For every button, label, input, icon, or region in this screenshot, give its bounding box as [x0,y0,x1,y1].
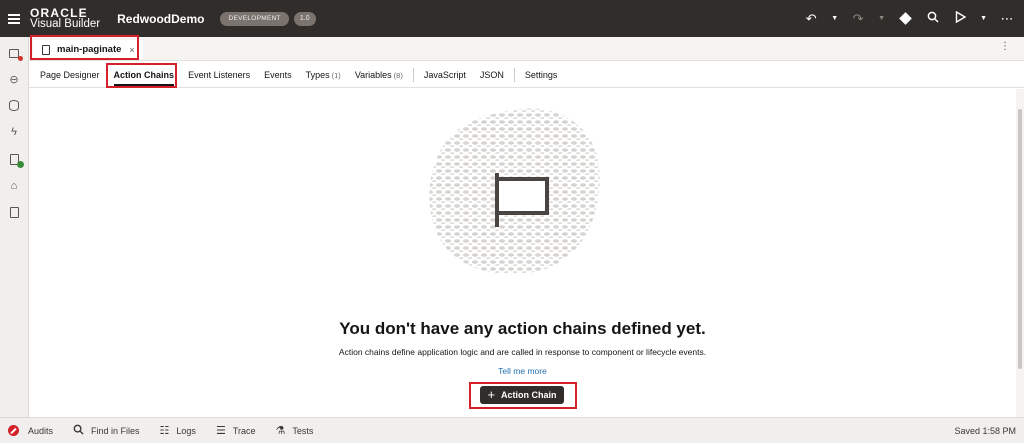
editor-tabs: Page Designer Action Chains Event Listen… [29,62,1024,88]
source-icon[interactable] [7,205,21,219]
activity-bar: ⊖ ϟ ⌂ [0,37,29,417]
web-apps-icon[interactable] [7,46,23,61]
undo-icon[interactable]: ↶ [804,0,818,37]
status-bar: Audits Find in Files ☷ Logs ☰ Trace ⚗ Te… [0,417,1024,443]
error-icon [8,425,19,436]
tab-variables[interactable]: Variables (8) [348,62,410,88]
highlight-box-file-tab [30,35,139,60]
tell-me-more-link[interactable]: Tell me more [29,366,1016,376]
file-tab-more-icon[interactable]: ⋮ [1000,41,1011,52]
version-badge: 1.0 [293,11,316,26]
redo-history-chevron-icon[interactable]: ▼ [878,15,885,22]
tests-button[interactable]: ⚗ Tests [275,424,313,437]
more-icon[interactable]: ⋯ [1000,0,1014,37]
tab-divider [513,67,515,82]
trace-icon: ☰ [215,425,226,437]
scrollbar-thumb[interactable] [1018,109,1022,369]
tab-event-listeners[interactable]: Event Listeners [181,62,257,88]
components-icon[interactable] [7,152,24,168]
tab-divider [412,67,414,82]
git-icon[interactable] [899,12,912,25]
tab-page-designer[interactable]: Page Designer [33,62,107,88]
audits-button[interactable]: Audits [0,425,53,436]
tab-events[interactable]: Events [257,62,299,88]
redo-icon[interactable]: ↷ [851,0,865,37]
empty-state-description: Action chains define application logic a… [338,347,707,357]
layouts-icon[interactable]: ⌂ [7,179,21,193]
logs-button[interactable]: ☷ Logs [160,424,196,437]
flask-icon: ⚗ [275,425,286,437]
environment-badge[interactable]: DEVELOPMENT [220,11,289,26]
run-options-chevron-icon[interactable]: ▼ [980,15,987,22]
saved-status: Saved 1:58 PM [954,426,1016,436]
run-icon[interactable] [953,0,967,37]
tab-settings[interactable]: Settings [518,62,565,88]
oracle-logo: ORACLE Visual Builder [30,5,101,30]
menu-icon[interactable] [0,0,28,37]
search-icon [73,424,84,438]
tab-javascript[interactable]: JavaScript [417,62,473,88]
business-objects-icon[interactable] [7,98,21,112]
services-icon[interactable]: ⊖ [7,72,21,86]
app-name: RedwoodDemo [117,11,205,26]
tab-types[interactable]: Types (1) [299,62,348,88]
empty-state-illustration [429,108,600,275]
file-tab-bar: main-paginate × ⋮ [29,37,1024,61]
logs-icon: ☷ [159,425,170,437]
highlight-box-add-button [469,382,577,409]
empty-state-headline: You don't have any action chains defined… [339,319,706,338]
tab-json[interactable]: JSON [473,62,511,88]
vertical-scrollbar[interactable] [1016,89,1024,417]
find-in-files-button[interactable]: Find in Files [73,424,140,438]
trace-button[interactable]: ☰ Trace [216,424,256,437]
undo-history-chevron-icon[interactable]: ▼ [831,15,838,22]
process-icon[interactable]: ϟ [7,125,21,139]
app-header: ORACLE Visual Builder RedwoodDemo DEVELO… [0,0,1024,37]
highlight-box-action-chains-tab [106,63,177,88]
action-chains-panel: You don't have any action chains defined… [29,89,1016,417]
search-icon[interactable] [926,0,940,37]
